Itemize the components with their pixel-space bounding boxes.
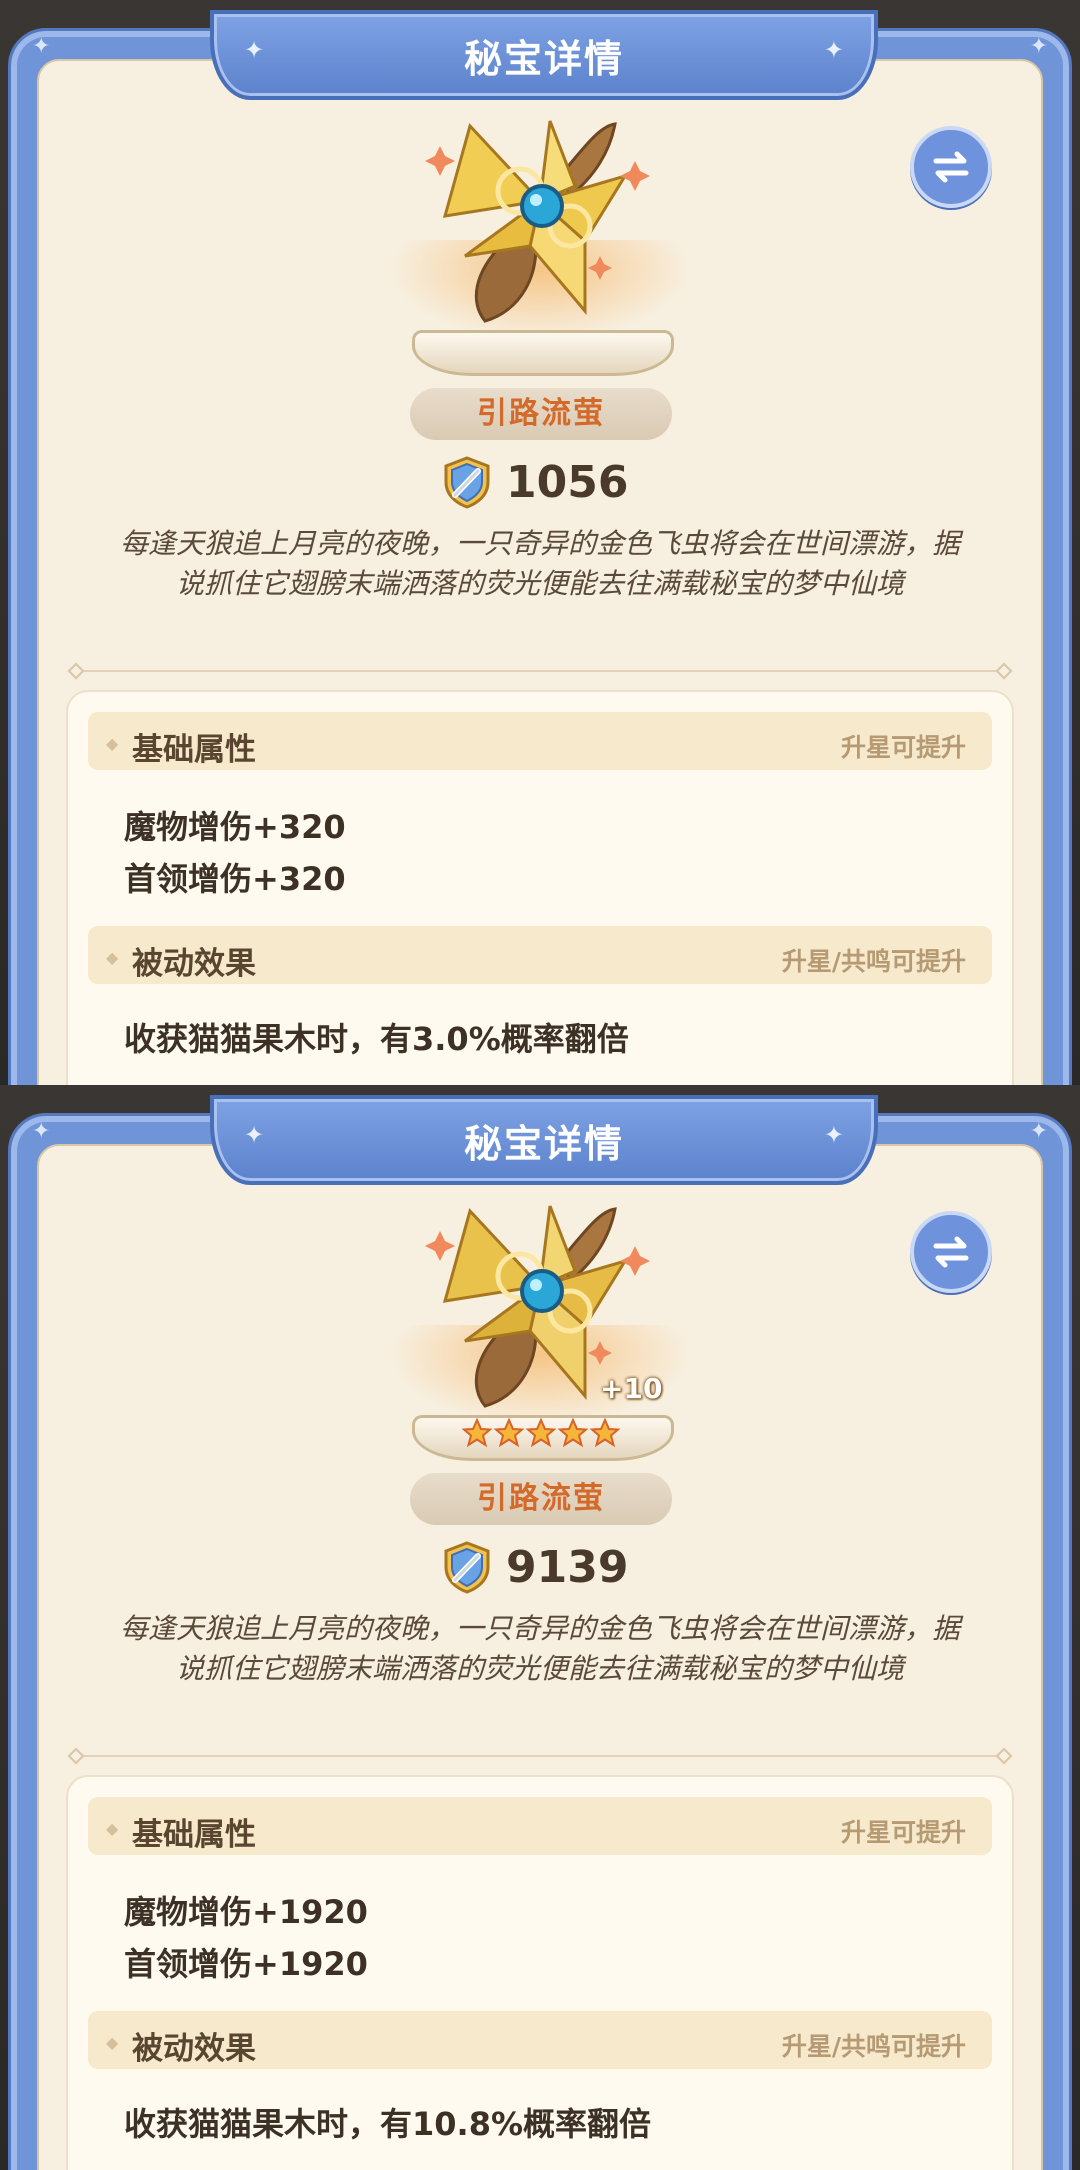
shield-sword-icon xyxy=(444,456,490,509)
power-value: 9139 xyxy=(506,1541,629,1593)
swap-button[interactable] xyxy=(910,1211,992,1293)
power-row: 9139 xyxy=(440,1537,628,1597)
swap-button[interactable] xyxy=(910,126,992,208)
display-pedestal xyxy=(412,330,674,376)
section-hint: 升星/共鸣可提升 xyxy=(781,947,966,976)
divider xyxy=(78,670,1002,672)
panel-title: 秘宝详情 xyxy=(463,1122,624,1166)
stat-line: 魔物增伤+1920 xyxy=(124,1893,368,1931)
section-hint: 升星/共鸣可提升 xyxy=(781,2032,966,2061)
attributes-card: ◆ 基础属性 升星可提升 魔物增伤+1920 首领增伤+1920 ◆ 被动效果 … xyxy=(66,1775,1014,2170)
sparkle-icon: ✦ xyxy=(823,1121,844,1149)
artifact-detail-panel-1: ✦ ✦ ✦ 秘宝详情 ✦ 引路流萤 1056 每逢天狼追上月亮的夜晚，一只奇异的… xyxy=(0,0,1080,1085)
passive-effect-header: ◆ 被动效果 升星/共鸣可提升 xyxy=(88,926,992,984)
star-icon xyxy=(526,1418,556,1448)
power-row: 1056 xyxy=(440,452,628,512)
star-rating xyxy=(462,1418,622,1450)
star-icon xyxy=(462,1418,492,1448)
stat-line: 首领增伤+1920 xyxy=(124,1945,368,1983)
stat-line: 魔物增伤+320 xyxy=(124,808,346,846)
firefly-artifact-icon xyxy=(425,120,650,323)
corner-sparkle-icon: ✦ xyxy=(1029,34,1048,59)
diamond-icon: ◆ xyxy=(106,2033,119,2052)
panel-title: 秘宝详情 xyxy=(463,37,624,81)
star-icon xyxy=(558,1418,588,1448)
star-icon xyxy=(494,1418,524,1448)
shield-sword-icon xyxy=(444,1541,490,1594)
power-value: 1056 xyxy=(506,456,629,508)
section-hint: 升星可提升 xyxy=(840,733,966,762)
item-description: 每逢天狼追上月亮的夜晚，一只奇异的金色飞虫将会在世间漂游，据说抓住它翅膀末端洒落… xyxy=(119,1612,960,1685)
section-title: 被动效果 xyxy=(132,946,256,982)
diamond-icon: ◆ xyxy=(106,948,119,967)
passive-effect-text: 收获猫猫果木时，有3.0%概率翻倍 xyxy=(124,1020,629,1058)
base-attributes-header: ◆ 基础属性 升星可提升 xyxy=(88,712,992,770)
corner-sparkle-icon: ✦ xyxy=(32,34,51,59)
swap-icon xyxy=(933,151,969,183)
item-description: 每逢天狼追上月亮的夜晚，一只奇异的金色飞虫将会在世间漂游，据说抓住它翅膀末端洒落… xyxy=(119,527,960,600)
artifact-detail-panel-2: ✦ ✦ ✦ 秘宝详情 ✦ +10 引路流萤 9139 每逢天狼追上月亮的夜晚，一… xyxy=(0,1085,1080,2170)
passive-effect-header: ◆ 被动效果 升星/共鸣可提升 xyxy=(88,2011,992,2069)
sparkle-icon xyxy=(425,146,455,176)
attributes-card: ◆ 基础属性 升星可提升 魔物增伤+320 首领增伤+320 ◆ 被动效果 升星… xyxy=(66,690,1014,1085)
diamond-icon: ◆ xyxy=(106,1819,119,1838)
section-title: 基础属性 xyxy=(132,1817,256,1853)
swap-icon xyxy=(933,1236,969,1268)
base-attributes-header: ◆ 基础属性 升星可提升 xyxy=(88,1797,992,1855)
section-hint: 升星可提升 xyxy=(840,1818,966,1847)
star-icon xyxy=(590,1418,620,1448)
divider xyxy=(78,1755,1002,1757)
sparkle-icon: ✦ xyxy=(823,36,844,64)
item-name: 引路流萤 xyxy=(410,1473,672,1525)
section-title: 基础属性 xyxy=(132,732,256,768)
title-tab: ✦ 秘宝详情 ✦ xyxy=(210,10,878,100)
enhance-level-badge: +10 xyxy=(600,1372,663,1405)
section-title: 被动效果 xyxy=(132,2031,256,2067)
title-tab: ✦ 秘宝详情 ✦ xyxy=(210,1095,878,1185)
item-name: 引路流萤 xyxy=(410,388,672,440)
diamond-icon: ◆ xyxy=(106,734,119,753)
corner-sparkle-icon: ✦ xyxy=(32,1119,51,1144)
passive-effect-text: 收获猫猫果木时，有10.8%概率翻倍 xyxy=(124,2105,652,2143)
stat-line: 首领增伤+320 xyxy=(124,860,346,898)
corner-sparkle-icon: ✦ xyxy=(1029,1119,1048,1144)
